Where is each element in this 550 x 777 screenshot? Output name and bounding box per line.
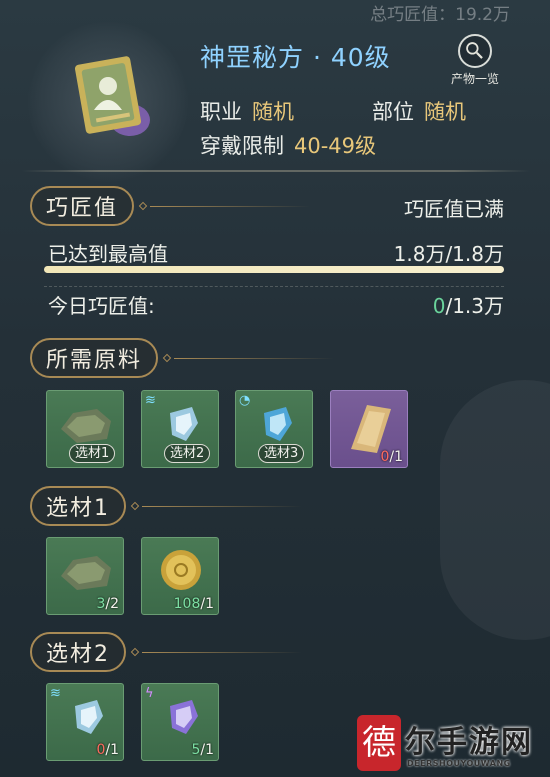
crystal-icon [75,700,103,734]
section-craft-value: 巧匠值 [30,186,311,226]
crystal-blue-icon [264,407,292,441]
crystal-purple-icon [170,700,198,734]
section-choice-1: 选材1 [30,486,302,526]
attr-profession-key: 职业 [200,100,242,124]
section-choice-2: 选材2 [30,632,302,672]
today-craft-current: 0 [432,294,446,318]
choice2-slot-crystal-purple[interactable]: ϟ 5/1 [141,683,219,761]
coin-icon [161,550,201,590]
choice-badge: 选材3 [258,444,305,463]
material-count: 0/1 [96,742,119,758]
section-required-materials-title: 所需原料 [30,338,159,378]
choice2-slot-crystal[interactable]: ≋ 0/1 [46,683,124,761]
craft-progress-bar [44,266,504,273]
attr-profession: 职业 随机 [200,96,294,126]
section-craft-value-title: 巧匠值 [30,186,135,226]
background-decoration [440,380,550,640]
craft-progress-fill [44,266,504,273]
crystal-icon [170,407,198,441]
max-reached-value: 1.8万/1.8万 [393,242,504,266]
material-count: 3/2 [96,596,119,612]
choice1-slot-coin[interactable]: 108/1 [141,537,219,615]
material-count: 0/1 [380,449,403,465]
choice1-slot-stone[interactable]: 3/2 [46,537,124,615]
dashed-divider [44,286,504,287]
choice-badge: 选材1 [69,444,116,463]
section-choice-1-title: 选材1 [30,486,126,526]
magnifier-icon [458,34,492,68]
header-divider [22,170,530,172]
recipe-book-icon [74,56,150,136]
attr-limit-key: 穿戴限制 [200,134,284,158]
attr-slot-key: 部位 [372,100,414,124]
total-craft-value-faded: 总巧匠值：19.2万 [370,5,510,25]
stone-icon [61,556,111,590]
scroll-icon [351,405,391,453]
today-craft-label: 今日巧匠值: [48,294,155,318]
section-choice-2-title: 选材2 [30,632,126,672]
recipe-icon-frame [28,22,188,182]
section-ornament [138,201,311,211]
material-slot-stone[interactable]: 选材1 [46,390,124,468]
attr-limit-value: 40-49级 [294,134,377,158]
section-required-materials: 所需原料 [30,338,335,378]
watermark-seal: 德 [357,715,401,771]
recipe-title: 神罡秘方 · 40级 [200,43,391,72]
product-catalog-button[interactable]: 产物一览 [446,34,504,86]
section-ornament [130,647,302,657]
today-craft-total: /1.3万 [445,294,504,318]
watermark-sub: DEERSHOUYOUWANG [407,759,511,768]
material-slot-crystal[interactable]: ≋ 选材2 [141,390,219,468]
section-ornament [162,353,335,363]
craft-status: 巧匠值已满 [404,197,504,221]
attr-profession-value: 随机 [252,100,294,124]
site-watermark: 德 尔手游网 DEERSHOUYOUWANG [357,715,547,775]
attr-slot-value: 随机 [424,100,466,124]
material-count: 108/1 [173,596,214,612]
attr-limit: 穿戴限制 40-49级 [200,130,376,160]
material-slot-crystal-blue[interactable]: ◔ 选材3 [235,390,313,468]
product-catalog-label: 产物一览 [450,72,499,86]
section-ornament [130,501,302,511]
attr-slot: 部位 随机 [372,96,466,126]
max-reached-label: 已达到最高值 [48,242,168,266]
watermark-name: 尔手游网 [405,725,533,760]
material-slot-scroll[interactable]: 0/1 [330,390,408,468]
choice-badge: 选材2 [164,444,211,463]
recipe-detail-panel: 总巧匠值：19.2万 神罡秘方 · 40级 产物一览 职业 随机 部位 随机 穿戴限… [0,0,550,777]
material-count: 5/1 [191,742,214,758]
today-craft-value: 0/1.3万 [433,290,504,319]
stone-icon [61,409,111,443]
